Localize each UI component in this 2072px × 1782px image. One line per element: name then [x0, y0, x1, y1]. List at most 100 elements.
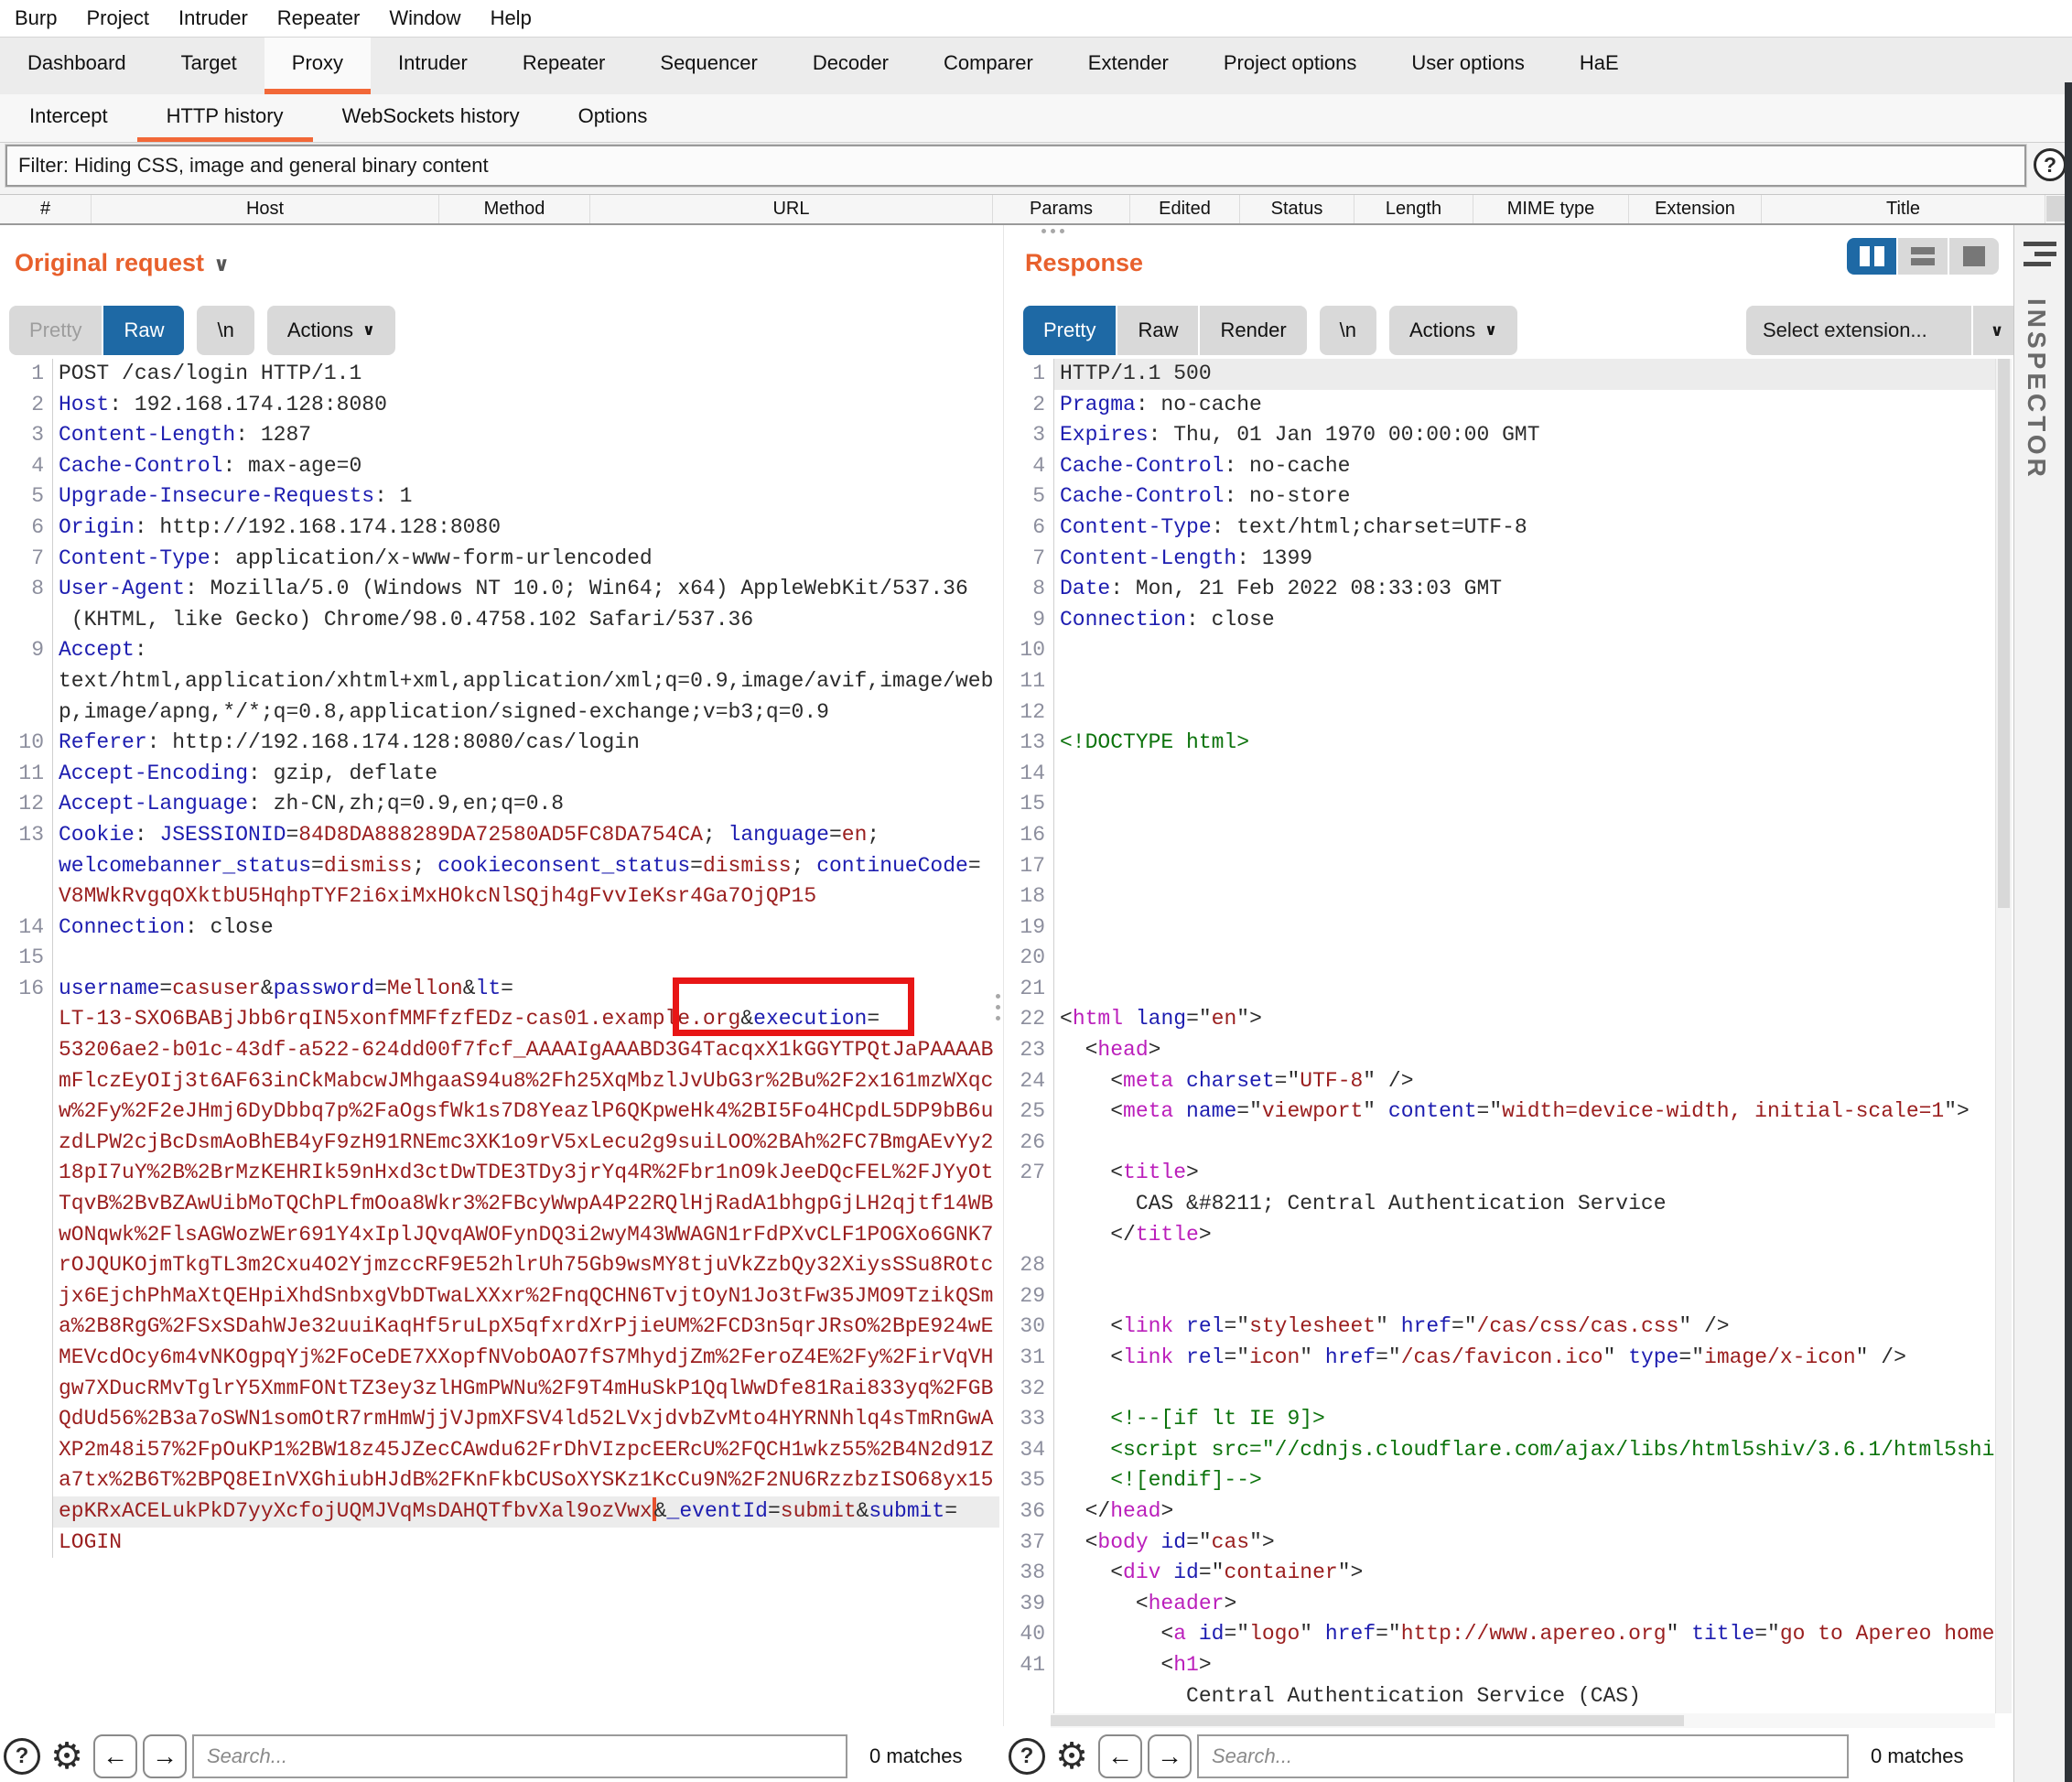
gear-icon[interactable]: ⚙	[46, 1735, 88, 1777]
menu-item-burp[interactable]: Burp	[0, 6, 71, 30]
code-line[interactable]: 21	[1007, 974, 1995, 1005]
code-line[interactable]: 10Referer: http://192.168.174.128:8080/c…	[0, 728, 999, 759]
menu-item-project[interactable]: Project	[71, 6, 163, 30]
code-line[interactable]: 10	[1007, 635, 1995, 666]
raw-button[interactable]: Raw	[1117, 306, 1198, 355]
split-columns-view-button[interactable]	[1847, 238, 1896, 275]
response-vertical-scrollbar[interactable]	[1995, 359, 2012, 1713]
column-header-params[interactable]: Params	[993, 195, 1130, 223]
code-line[interactable]: 4Cache-Control: max-age=0	[0, 451, 999, 482]
tab-hae[interactable]: HaE	[1552, 38, 1646, 94]
code-line[interactable]: 28	[1007, 1250, 1995, 1281]
code-line[interactable]: 6Origin: http://192.168.174.128:8080	[0, 513, 999, 544]
inspector-menu-icon[interactable]	[2023, 242, 2056, 266]
code-line[interactable]: LOGIN	[0, 1528, 999, 1559]
help-icon[interactable]: ?	[2034, 148, 2067, 181]
code-line[interactable]: Central Authentication Service (CAS)	[1007, 1681, 1995, 1712]
code-line[interactable]: 29	[1007, 1281, 1995, 1312]
code-line[interactable]: 3Expires: Thu, 01 Jan 1970 00:00:00 GMT	[1007, 420, 1995, 451]
code-line[interactable]: welcomebanner_status=dismiss; cookiecons…	[0, 851, 999, 882]
code-line[interactable]: 36 </head>	[1007, 1496, 1995, 1528]
code-line[interactable]: 12	[1007, 697, 1995, 729]
code-line[interactable]: wONqwk%2FlsAGWozWEr691Y4xIplJQvqAWOFynDQ…	[0, 1220, 999, 1251]
pretty-button[interactable]: Pretty	[1023, 306, 1116, 355]
tab-dashboard[interactable]: Dashboard	[0, 38, 154, 94]
code-line[interactable]: 18	[1007, 881, 1995, 913]
code-line[interactable]: 31 <link rel="icon" href="/cas/favicon.i…	[1007, 1343, 1995, 1374]
request-editor[interactable]: 1POST /cas/login HTTP/1.12Host: 192.168.…	[0, 359, 999, 1726]
code-line[interactable]: 32	[1007, 1374, 1995, 1405]
tab-comparer[interactable]: Comparer	[916, 38, 1061, 94]
pane-divider-handle[interactable]	[996, 994, 1000, 1021]
request-pane-title[interactable]: Original request∨	[15, 249, 230, 277]
code-line[interactable]: 5Cache-Control: no-store	[1007, 481, 1995, 513]
code-line[interactable]: 24 <meta charset="UTF-8" />	[1007, 1066, 1995, 1097]
code-line[interactable]: 5Upgrade-Insecure-Requests: 1	[0, 481, 999, 513]
raw-button[interactable]: Raw	[103, 306, 184, 355]
tab-intruder[interactable]: Intruder	[371, 38, 495, 94]
next-match-button[interactable]: →	[1148, 1734, 1192, 1778]
code-line[interactable]: 20	[1007, 943, 1995, 974]
code-line[interactable]: QdUd56%2B3a7oSWN1somOtR7rmHmWjjVJpmXFSV4…	[0, 1404, 999, 1435]
code-line[interactable]: jx6EjchPhMaXtQEHpiXhdSnbxgVbDTwaLXXxr%2F…	[0, 1281, 999, 1312]
code-line[interactable]: 22<html lang="en">	[1007, 1004, 1995, 1035]
code-line[interactable]: 38 <div id="container">	[1007, 1558, 1995, 1589]
code-line[interactable]: 17	[1007, 851, 1995, 882]
code-line[interactable]: 40 <a id="logo" href="http://www.apereo.…	[1007, 1619, 1995, 1650]
tab-user-options[interactable]: User options	[1384, 38, 1552, 94]
menu-item-help[interactable]: Help	[476, 6, 546, 30]
code-line[interactable]: 4Cache-Control: no-cache	[1007, 451, 1995, 482]
code-line[interactable]: 7Content-Length: 1399	[1007, 544, 1995, 575]
previous-match-button[interactable]: ←	[93, 1734, 137, 1778]
menu-item-intruder[interactable]: Intruder	[164, 6, 263, 30]
next-match-button[interactable]: →	[143, 1734, 187, 1778]
code-line[interactable]: 26	[1007, 1128, 1995, 1159]
code-line[interactable]: MEVcdOcy6m4vNKOgpqYj%2FoCeDE7XXopfNVobOA…	[0, 1343, 999, 1374]
code-line[interactable]: 7Content-Type: application/x-www-form-ur…	[0, 544, 999, 575]
tab-sequencer[interactable]: Sequencer	[632, 38, 784, 94]
code-line[interactable]: TqvB%2BvBZAwUibMoTQChPLfmOoa8Wkr3%2FBcyW…	[0, 1189, 999, 1220]
code-line[interactable]: zdLPW2cjBcDsmAoBhEB4yF9zH91RNEmc3XK1o9rV…	[0, 1128, 999, 1159]
code-line[interactable]: 41 <h1>	[1007, 1650, 1995, 1681]
code-line[interactable]: w%2Fy%2F2eJHmj6DyDbbq7p%2FaOgsfWk1s7D8Ye…	[0, 1096, 999, 1128]
column-header-host[interactable]: Host	[92, 195, 439, 223]
help-icon[interactable]: ?	[1009, 1738, 1045, 1775]
column-header-method[interactable]: Method	[439, 195, 590, 223]
filter-box[interactable]: Filter: Hiding CSS, image and general bi…	[5, 145, 2026, 187]
search-input[interactable]	[1197, 1734, 1849, 1778]
code-line[interactable]: epKRxACELukPkD7yyXcfojUQMJVqMsDAHQTfbvXa…	[0, 1496, 999, 1528]
code-line[interactable]: 1HTTP/1.1 500	[1007, 359, 1995, 390]
actions-button[interactable]: Actions∨	[1389, 306, 1517, 355]
menu-item-repeater[interactable]: Repeater	[263, 6, 375, 30]
code-line[interactable]: a7tx%2B6T%2BPQ8EInVXGhiubHJdB%2FKnFkbCUS…	[0, 1465, 999, 1496]
subtab-options[interactable]: Options	[549, 94, 677, 142]
code-line[interactable]: gw7XDucRMvTglrY5XmmFONtTZ3ey3zlHGmPWNu%2…	[0, 1374, 999, 1405]
code-line[interactable]: 11	[1007, 666, 1995, 697]
code-line[interactable]: (KHTML, like Gecko) Chrome/98.0.4758.102…	[0, 605, 999, 636]
code-line[interactable]: 30 <link rel="stylesheet" href="/cas/css…	[1007, 1312, 1995, 1343]
code-line[interactable]: 53206ae2-b01c-43df-a522-624dd00f7fcf_AAA…	[0, 1035, 999, 1066]
column-header-length[interactable]: Length	[1354, 195, 1473, 223]
code-line[interactable]: 3Content-Length: 1287	[0, 420, 999, 451]
code-line[interactable]: CAS &#8211; Central Authentication Servi…	[1007, 1189, 1995, 1220]
subtab-intercept[interactable]: Intercept	[0, 94, 137, 142]
code-line[interactable]: text/html,application/xhtml+xml,applicat…	[0, 666, 999, 697]
tab-repeater[interactable]: Repeater	[495, 38, 633, 94]
code-line[interactable]: 9Accept:	[0, 635, 999, 666]
column-header-extension[interactable]: Extension	[1629, 195, 1762, 223]
code-line[interactable]: 35 <![endif]-->	[1007, 1465, 1995, 1496]
tab-extender[interactable]: Extender	[1061, 38, 1196, 94]
code-line[interactable]: 25 <meta name="viewport" content="width=…	[1007, 1096, 1995, 1128]
code-line[interactable]: rOJQUKOjmTkgTL3m2Cxu4O2YjmzccRF9E52hlrUh…	[0, 1250, 999, 1281]
code-line[interactable]: 23 <head>	[1007, 1035, 1995, 1066]
show-newlines-button[interactable]: \n	[1320, 306, 1376, 355]
code-line[interactable]: 8Date: Mon, 21 Feb 2022 08:33:03 GMT	[1007, 574, 1995, 605]
code-line[interactable]: </title>	[1007, 1220, 1995, 1251]
code-line[interactable]: 33 <!--[if lt IE 9]>	[1007, 1404, 1995, 1435]
show-newlines-button[interactable]: \n	[197, 306, 254, 355]
code-line[interactable]: 1POST /cas/login HTTP/1.1	[0, 359, 999, 390]
code-line[interactable]: 13<!DOCTYPE html>	[1007, 728, 1995, 759]
actions-button[interactable]: Actions∨	[267, 306, 395, 355]
code-line[interactable]: 9Connection: close	[1007, 605, 1995, 636]
column-header-edited[interactable]: Edited	[1130, 195, 1240, 223]
